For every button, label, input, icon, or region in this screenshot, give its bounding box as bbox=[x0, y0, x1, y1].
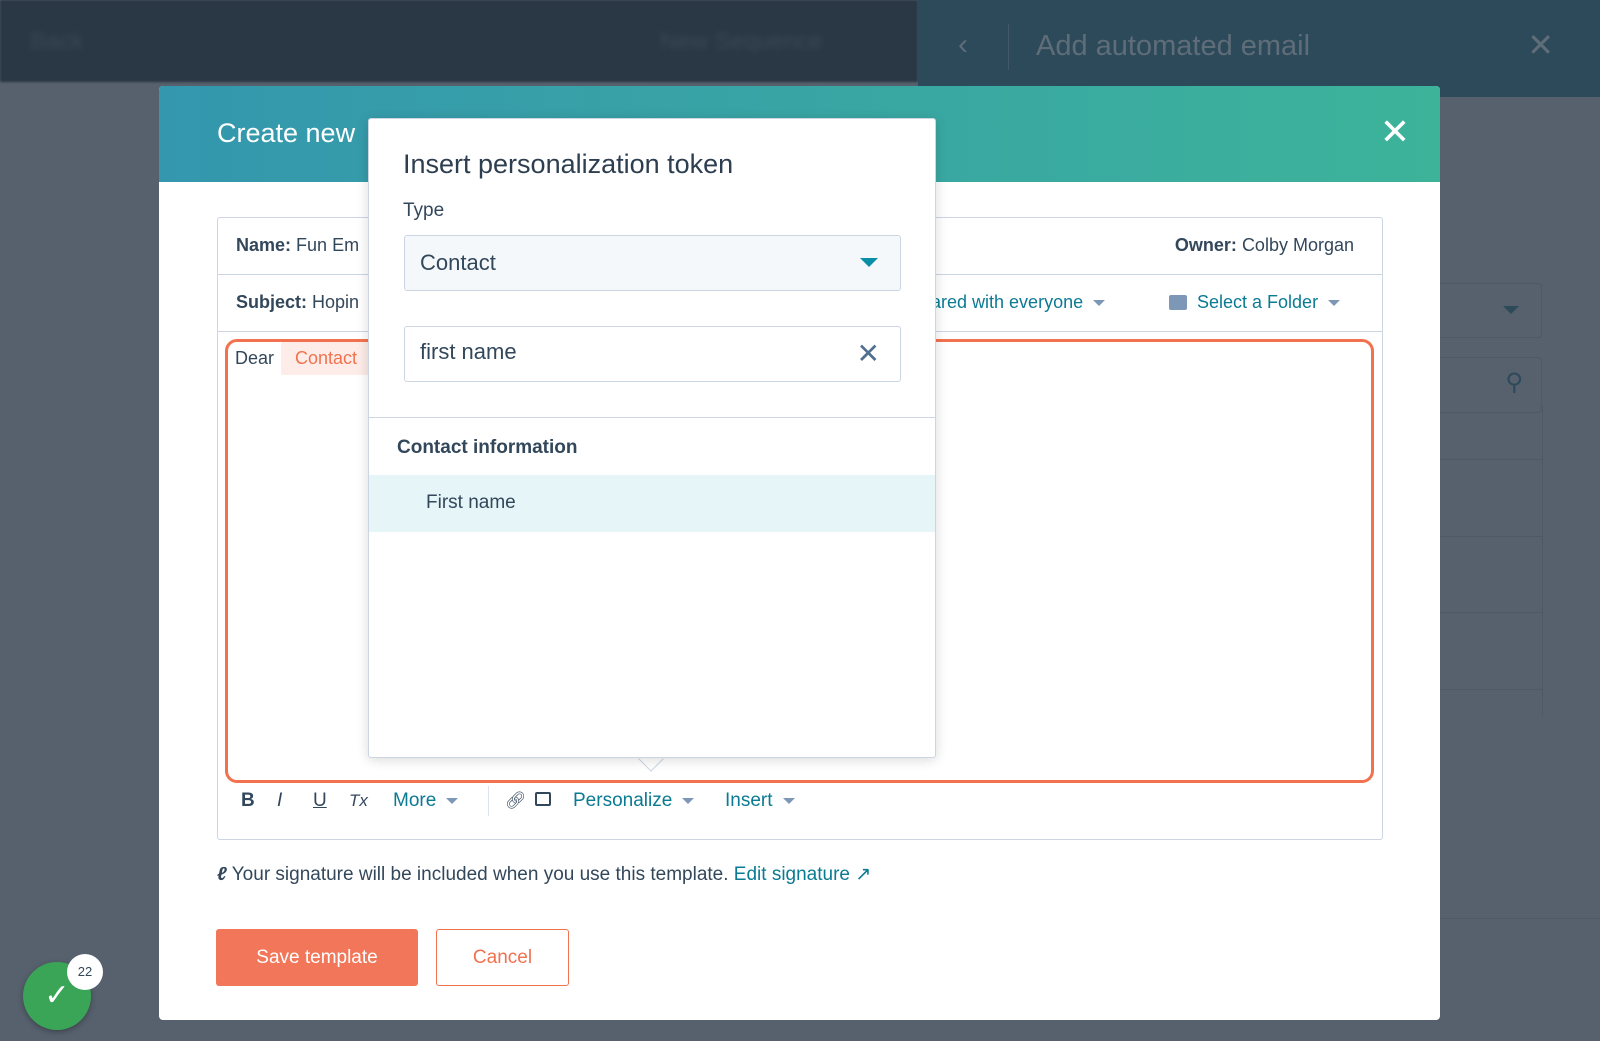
name-label: Name: bbox=[236, 235, 292, 255]
signature-text: Your signature will be included when you… bbox=[231, 864, 729, 885]
caret-down-icon bbox=[1503, 306, 1519, 314]
folder-icon bbox=[1169, 295, 1187, 310]
signature-icon: ℓ bbox=[217, 864, 227, 885]
caret-down-icon bbox=[860, 258, 878, 267]
type-select[interactable]: Contact bbox=[404, 235, 901, 291]
caret-down-icon bbox=[682, 797, 695, 804]
bold-button[interactable]: B bbox=[241, 790, 277, 812]
close-icon[interactable]: ✕ bbox=[1380, 112, 1410, 152]
divider bbox=[488, 786, 489, 816]
divider bbox=[1008, 24, 1009, 70]
editor-toolbar: B I U Tx More 🔗︎ Personalize Insert bbox=[241, 786, 795, 816]
modal-title: Create new bbox=[217, 118, 356, 148]
subject-label: Subject: bbox=[236, 292, 308, 312]
divider bbox=[369, 417, 935, 418]
sharing-dropdown[interactable]: hared with everyone bbox=[921, 292, 1083, 312]
divider bbox=[1440, 918, 1600, 919]
underline-button[interactable]: U bbox=[313, 790, 349, 812]
chevron-left-icon[interactable]: ‹ bbox=[958, 28, 968, 62]
personalization-token-popover: Insert personalization token Type Contac… bbox=[368, 118, 936, 758]
back-link: Back bbox=[30, 28, 84, 55]
cancel-button[interactable]: Cancel bbox=[436, 929, 569, 986]
search-value: first name bbox=[420, 339, 517, 364]
search-icon: ⚲ bbox=[1505, 369, 1523, 396]
sequence-title: New Sequence bbox=[660, 28, 823, 55]
more-dropdown[interactable]: More bbox=[393, 790, 488, 812]
insert-label: Insert bbox=[725, 790, 773, 811]
italic-button[interactable]: I bbox=[277, 790, 313, 812]
select-folder-dropdown[interactable]: Select a Folder bbox=[1197, 292, 1318, 312]
background-top-bar: Back New Sequence bbox=[0, 0, 918, 82]
insert-dropdown[interactable]: Insert bbox=[725, 790, 795, 812]
section-heading: Contact information bbox=[397, 437, 578, 458]
subject-input[interactable]: Hopin bbox=[312, 292, 359, 312]
image-icon[interactable] bbox=[535, 790, 573, 812]
caret-down-icon bbox=[1093, 300, 1106, 307]
panel-title: Add automated email bbox=[1036, 30, 1311, 62]
signature-note: ℓ Your signature will be included when y… bbox=[217, 863, 871, 886]
popover-title: Insert personalization token bbox=[403, 149, 734, 179]
owner-label: Owner: bbox=[1174, 235, 1237, 255]
side-panel-header: ‹ Add automated email ✕ bbox=[918, 0, 1600, 97]
link-icon[interactable]: 🔗︎ bbox=[505, 791, 535, 811]
save-template-button[interactable]: Save template bbox=[216, 929, 418, 986]
caret-down-icon bbox=[782, 797, 795, 804]
owner-value[interactable]: Colby Morgan bbox=[1242, 235, 1354, 255]
edit-signature-link[interactable]: Edit signature bbox=[734, 864, 850, 885]
external-link-icon: ↗ bbox=[855, 864, 872, 885]
more-label: More bbox=[393, 790, 437, 811]
token-option-first-name[interactable]: First name bbox=[369, 475, 935, 532]
name-input[interactable]: Fun Em bbox=[296, 235, 359, 255]
clear-icon[interactable]: ✕ bbox=[857, 337, 880, 370]
token-search-input[interactable]: first name ✕ bbox=[404, 326, 901, 382]
type-label: Type bbox=[403, 200, 445, 221]
caret-down-icon bbox=[446, 797, 459, 804]
close-icon[interactable]: ✕ bbox=[1527, 26, 1554, 64]
notification-badge: 22 bbox=[67, 954, 103, 990]
personalize-label: Personalize bbox=[573, 790, 673, 811]
caret-down-icon bbox=[1328, 300, 1341, 307]
type-value: Contact bbox=[420, 250, 496, 275]
clear-format-button[interactable]: Tx bbox=[349, 791, 393, 811]
checkmark-icon: ✓ bbox=[44, 979, 70, 1012]
personalize-dropdown[interactable]: Personalize bbox=[573, 790, 725, 812]
